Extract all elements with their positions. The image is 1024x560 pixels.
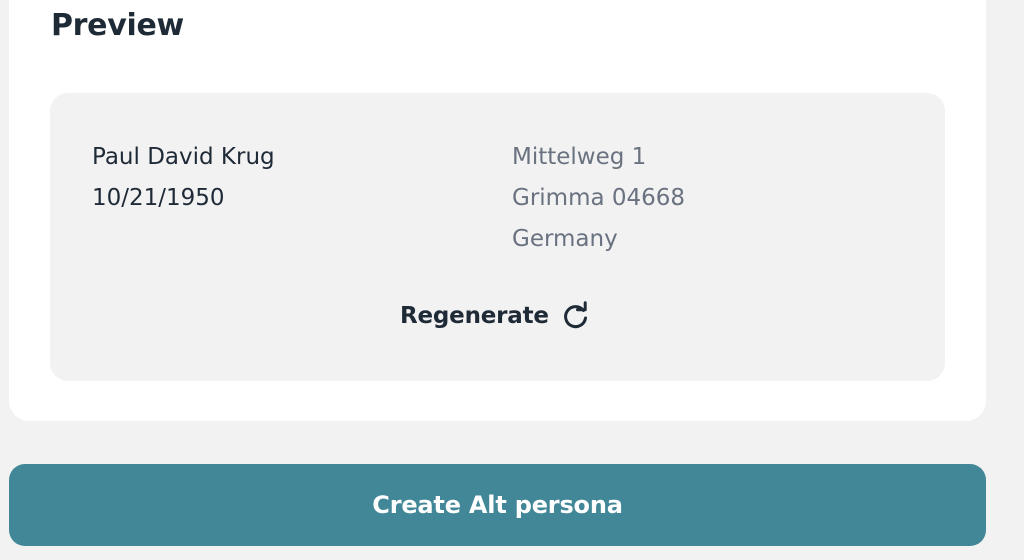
regenerate-button[interactable]: Regenerate [400,301,591,331]
refresh-icon [561,301,591,331]
address-city: Grimma 04668 [512,185,686,211]
address-details: Mittelweg 1 Grimma 04668 Germany [512,137,685,260]
preview-card: Preview Paul David Krug 10/21/1950 Mitte… [9,0,986,421]
regenerate-label: Regenerate [400,303,549,329]
person-name: Paul David Krug [92,144,275,170]
person-birthdate: 10/21/1950 [92,185,225,211]
address-street: Mittelweg 1 [512,144,647,170]
section-title: Preview [51,8,184,43]
create-alt-persona-button[interactable]: Create Alt persona [9,464,986,546]
address-country: Germany [512,226,618,252]
persona-preview: Paul David Krug 10/21/1950 Mittelweg 1 G… [50,93,945,381]
person-details: Paul David Krug 10/21/1950 [92,137,275,219]
